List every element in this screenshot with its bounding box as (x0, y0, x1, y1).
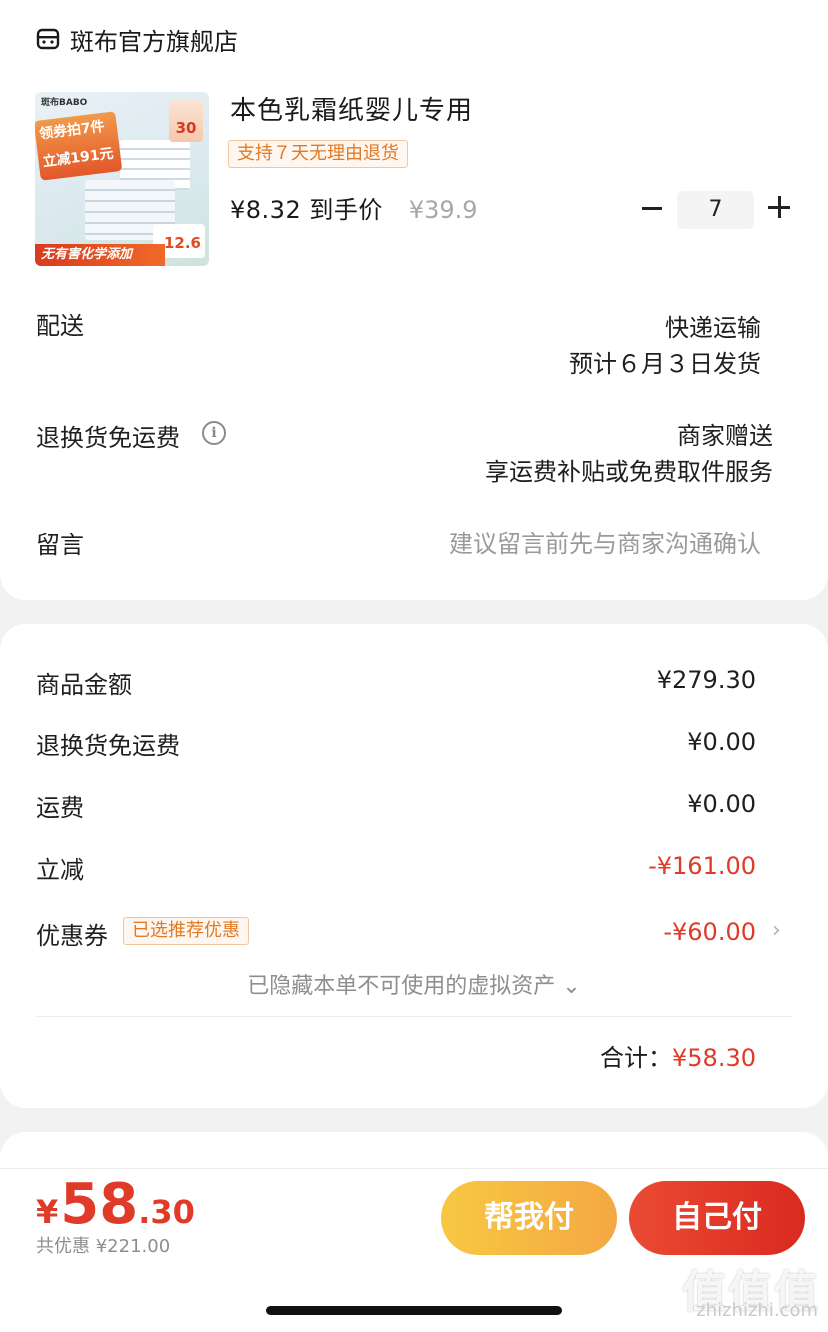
original-price: ¥39.9 (408, 196, 478, 224)
store-header[interactable]: 斑布官方旗舰店 (36, 22, 238, 56)
return-free-value: ¥0.00 (687, 728, 756, 756)
product-title[interactable]: 本色乳霜纸婴儿专用 (230, 90, 473, 127)
watermark-url: zhizhizhi.com (696, 1300, 818, 1321)
coupon-tag: 已选推荐优惠 (123, 917, 249, 945)
product-image-promo-badge: 30 (169, 100, 203, 142)
total-row: 合计： ¥58.30 (600, 1038, 756, 1073)
info-icon[interactable]: i (202, 421, 226, 445)
goods-amount-label: 商品金额 (36, 671, 132, 699)
message-label: 留言 (36, 531, 84, 559)
quantity-decrease-button[interactable] (640, 193, 664, 223)
discount-label: 立减 (36, 856, 84, 884)
store-name: 斑布官方旗舰店 (70, 27, 238, 56)
delivery-method: 快递运输 (665, 314, 761, 342)
goods-amount-value: ¥279.30 (656, 666, 756, 694)
shipping-label: 运费 (36, 794, 84, 822)
store-icon (36, 28, 60, 50)
return-free-label: 退换货免运费 (36, 732, 180, 760)
return-shipping-detail: 享运费补贴或免费取件服务 (485, 458, 773, 486)
return-shipping-value: 商家赠送 (677, 422, 773, 450)
delivery-eta: 预计６月３日发货 (569, 350, 761, 378)
return-shipping-label: 退换货免运费 (36, 424, 180, 452)
pay-amount: ¥ 58 .30 (36, 1172, 195, 1237)
delivery-label: 配送 (36, 312, 84, 340)
product-image-brand: 斑布BABO (41, 98, 88, 108)
hidden-assets-toggle[interactable]: 已隐藏本单不可使用的虚拟资产 ⌄ (0, 968, 828, 1000)
pay-myself-button[interactable]: 自己付 (629, 1181, 805, 1255)
discount-value: -¥161.00 (648, 852, 756, 880)
shipping-value: ¥0.00 (687, 790, 756, 818)
chevron-right-icon[interactable]: › (772, 918, 781, 943)
total-value: ¥58.30 (672, 1044, 756, 1072)
pay-currency: ¥ (36, 1193, 59, 1231)
quantity-input[interactable]: 7 (677, 191, 754, 229)
coupon-value[interactable]: -¥60.00 (663, 918, 756, 946)
quantity-increase-button[interactable] (768, 196, 790, 220)
message-input[interactable]: 建议留言前先与商家沟通确认 (449, 524, 761, 559)
product-price-row: ¥8.32 到手价 ¥39.9 (230, 190, 478, 225)
home-indicator[interactable] (266, 1306, 562, 1315)
pay-amount-integer: 58 (60, 1172, 139, 1237)
final-price: ¥8.32 到手价 (230, 196, 383, 224)
product-image-promo: 领券拍7件 立减191元 (35, 111, 123, 181)
return-policy-tag: 支持７天无理由退货 (228, 140, 408, 168)
product-image[interactable]: 斑布BABO 领券拍7件 立减191元 30 12.6 无有害化学添加 (35, 92, 209, 266)
pay-amount-decimal: .30 (138, 1193, 195, 1231)
coupon-label[interactable]: 优惠券 (36, 916, 108, 951)
total-saved: 共优惠 ¥221.00 (36, 1236, 171, 1257)
total-label: 合计： (600, 1044, 673, 1072)
product-image-banner: 无有害化学添加 (35, 244, 165, 266)
help-me-pay-button[interactable]: 帮我付 (441, 1181, 617, 1255)
divider (36, 1016, 792, 1017)
